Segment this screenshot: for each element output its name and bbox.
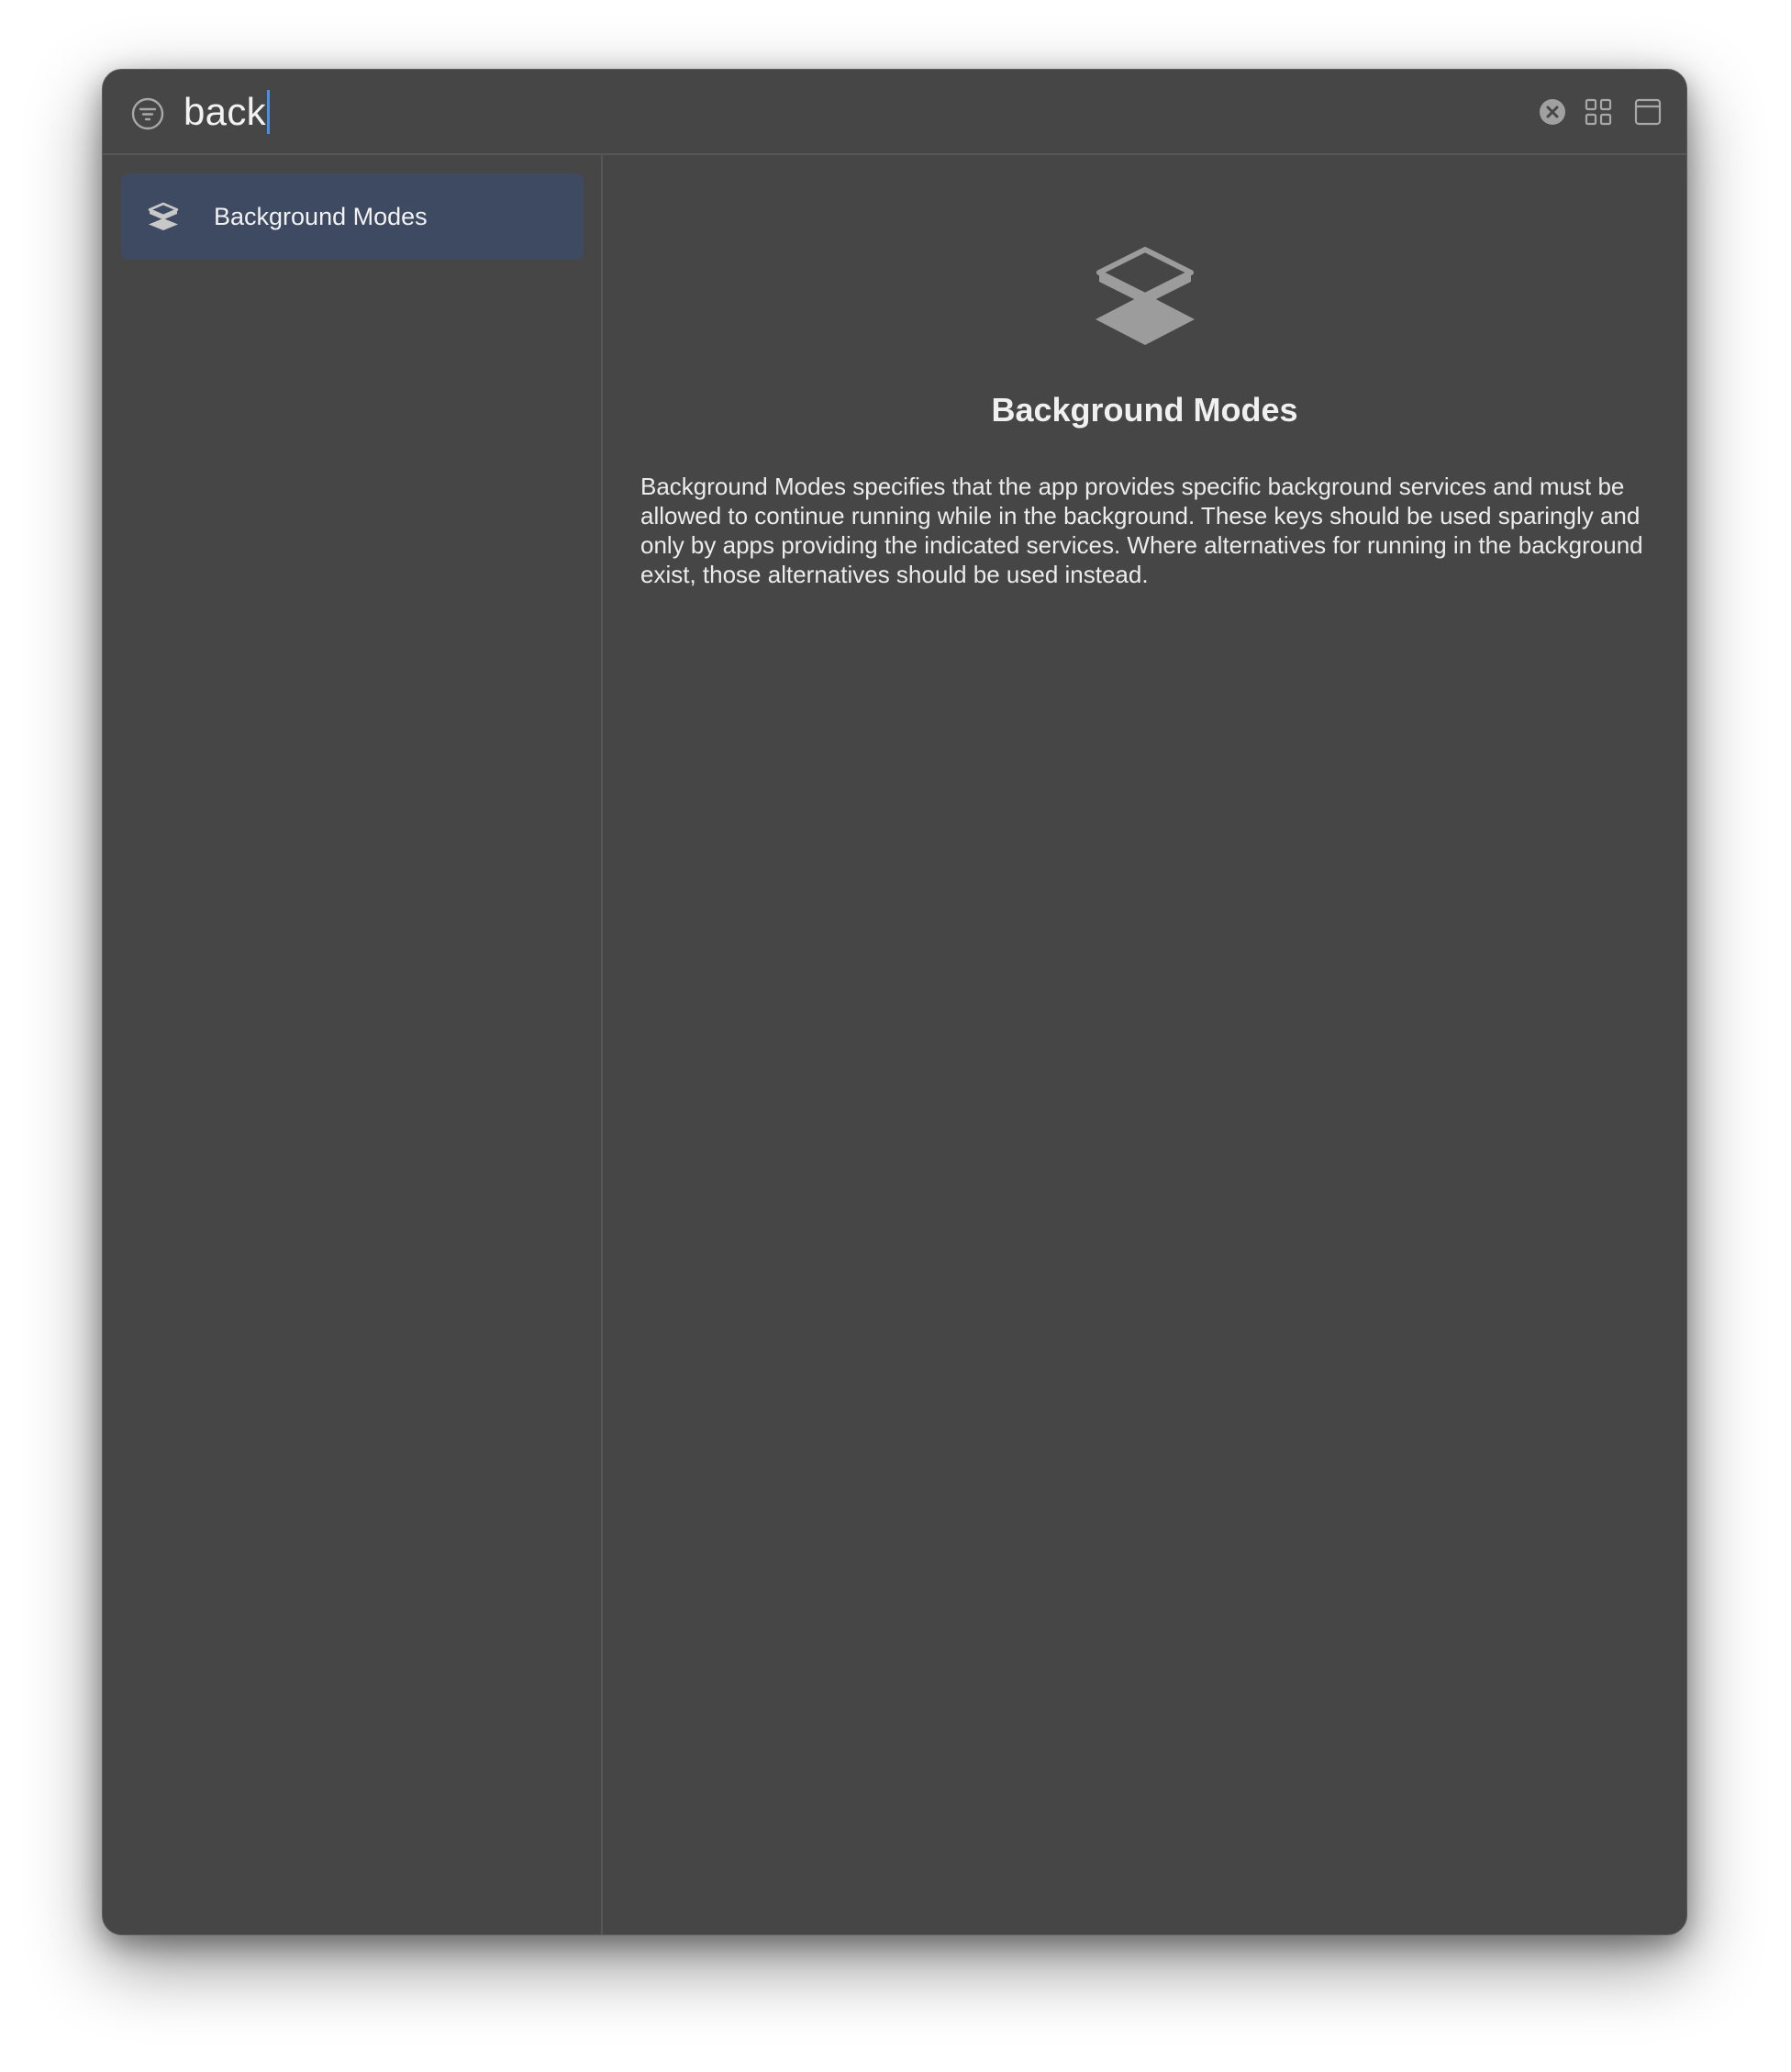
clear-circle-icon[interactable] [1536, 95, 1569, 128]
search-toolbar: back [103, 70, 1686, 155]
layers-icon [143, 196, 184, 237]
search-query-text: back [184, 90, 266, 133]
filter-circle-icon[interactable] [131, 97, 164, 130]
text-caret [266, 90, 270, 134]
sidebar-item-label: Background Modes [214, 202, 428, 230]
grid-view-icon[interactable] [1582, 95, 1615, 128]
search-input[interactable]: back [184, 84, 1009, 139]
sidebar-item-background-modes[interactable]: Background Modes [121, 173, 584, 260]
window-layout-icon[interactable] [1631, 95, 1664, 128]
detail-title: Background Modes [991, 391, 1298, 429]
capabilities-window: back Background Modes Background Modes B… [102, 69, 1687, 1935]
sidebar: Background Modes [103, 155, 603, 1934]
detail-pane: Background Modes Background Modes specif… [603, 155, 1686, 1934]
detail-description: Background Modes specifies that the app … [640, 473, 1643, 588]
layers-icon [1092, 244, 1198, 352]
